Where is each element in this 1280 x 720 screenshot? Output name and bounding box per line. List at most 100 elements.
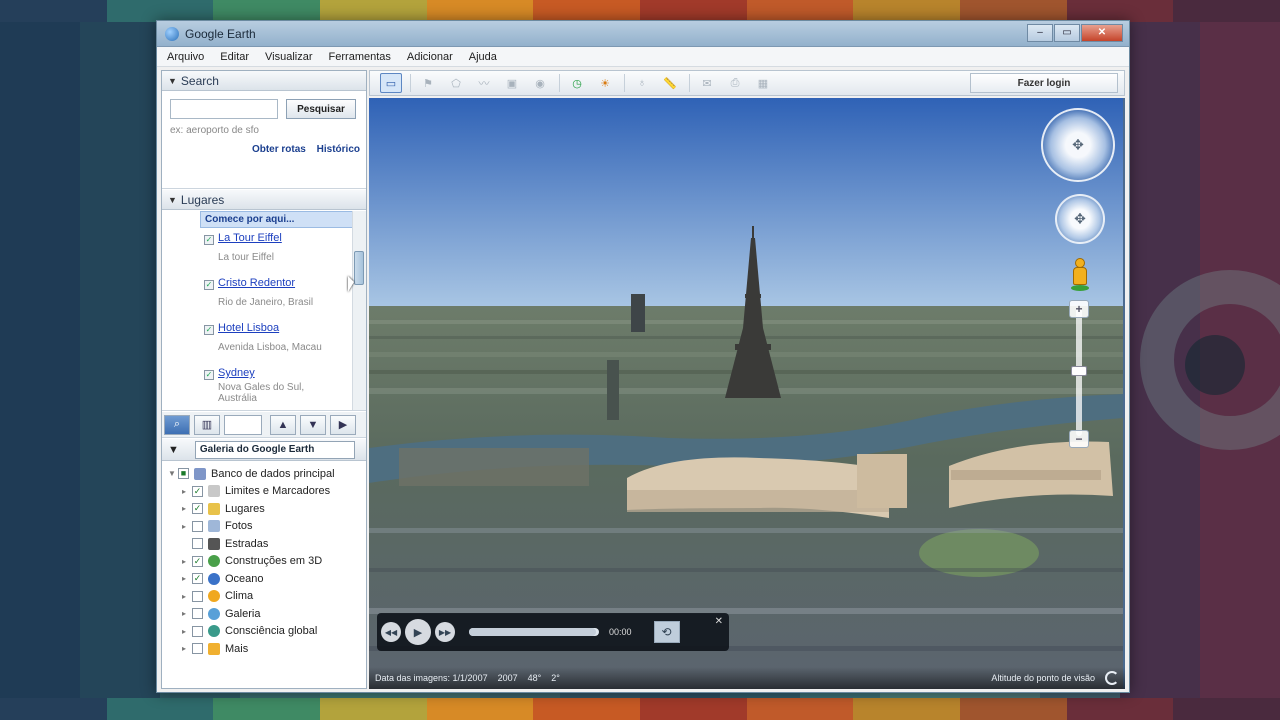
print-icon[interactable]: ⎙ [724, 73, 746, 93]
expand-icon[interactable]: ▸ [182, 522, 192, 531]
expand-icon[interactable]: ▸ [182, 487, 192, 496]
menu-visualizar[interactable]: Visualizar [265, 51, 313, 63]
place-link[interactable]: La Tour Eiffel [218, 232, 282, 244]
layer-row[interactable]: ▸ Galeria [162, 605, 366, 623]
expand-icon[interactable]: ▸ [182, 504, 192, 513]
zoom-in-button[interactable]: + [1069, 300, 1089, 318]
expand-icon[interactable]: ▸ [182, 557, 192, 566]
layer-row[interactable]: ▸ Consciência global [162, 623, 366, 641]
look-around-control[interactable]: ✥ [1041, 108, 1115, 182]
places-scrollbar[interactable] [352, 211, 366, 410]
zoom-slider-thumb[interactable] [1071, 366, 1087, 376]
historical-imagery-icon[interactable]: ◷ [566, 73, 588, 93]
search-panel-header[interactable]: ▼ Search [162, 71, 366, 91]
history-link[interactable]: Histórico [317, 144, 360, 155]
places-item-start-here[interactable]: Comece por aqui... [200, 211, 354, 228]
panel-toggle-button[interactable]: ▥ [194, 414, 220, 435]
hide-sidebar-icon[interactable]: ▭ [380, 73, 402, 93]
fast-forward-button[interactable]: ▶▶ [435, 622, 455, 642]
layer-row[interactable]: ▸ Fotos [162, 518, 366, 536]
layer-checkbox[interactable] [192, 643, 203, 655]
expand-icon[interactable]: ▼ [168, 469, 178, 478]
sign-in-button[interactable]: Fazer login [970, 73, 1118, 93]
places-filter-input[interactable] [224, 414, 262, 435]
layer-row[interactable]: ▸ Mais [162, 640, 366, 658]
layer-checkbox[interactable] [192, 538, 203, 550]
minimize-button[interactable]: – [1027, 23, 1053, 42]
record-tour-icon[interactable]: ◉ [529, 73, 551, 93]
planets-icon[interactable]: ♁ [631, 73, 653, 93]
places-panel-header[interactable]: ▼ Lugares [162, 190, 366, 210]
layer-checkbox[interactable]: ✓ [192, 573, 203, 585]
move-control[interactable]: ✥ [1055, 194, 1105, 244]
menu-ajuda[interactable]: Ajuda [469, 51, 497, 63]
get-directions-link[interactable]: Obter rotas [252, 144, 306, 155]
close-button[interactable]: ✕ [1081, 23, 1123, 42]
layer-checkbox[interactable] [192, 590, 203, 602]
email-icon[interactable]: ✉ [696, 73, 718, 93]
layer-label: Mais [225, 642, 249, 655]
layer-row[interactable]: ▸ ✓ Oceano [162, 570, 366, 588]
menu-adicionar[interactable]: Adicionar [407, 51, 453, 63]
expand-icon[interactable]: ▸ [182, 609, 192, 618]
placemark-icon[interactable]: ⚑ [417, 73, 439, 93]
search-places-button[interactable]: ⌕ [164, 414, 190, 435]
weather-icon [208, 590, 220, 603]
move-up-button[interactable]: ▲ [270, 414, 296, 435]
menu-arquivo[interactable]: Arquivo [167, 51, 204, 63]
play-tour-button[interactable]: ▶ [330, 414, 356, 435]
layer-checkbox[interactable] [192, 520, 203, 532]
street-view-pegman-icon[interactable] [1069, 258, 1091, 292]
layer-row[interactable]: ▸ ✓ Limites e Marcadores [162, 483, 366, 501]
repeat-tour-button[interactable]: ⟲ [653, 621, 680, 643]
expand-icon[interactable]: ▸ [182, 627, 192, 636]
search-button[interactable]: Pesquisar [286, 99, 356, 119]
layer-label: Galeria [225, 607, 261, 620]
layer-row[interactable]: ▸ ✓ Construções em 3D [162, 553, 366, 571]
path-icon[interactable]: 〰 [473, 73, 495, 93]
move-down-button[interactable]: ▼ [300, 414, 326, 435]
move-joystick-icon[interactable]: ✥ [1074, 211, 1086, 228]
menu-editar[interactable]: Editar [220, 51, 249, 63]
place-checkbox[interactable]: ✓ [204, 235, 214, 245]
image-overlay-icon[interactable]: ▣ [501, 73, 523, 93]
layers-gallery-select[interactable]: Galeria do Google Earth [194, 440, 355, 459]
rewind-button[interactable]: ◀◀ [381, 622, 401, 642]
layer-checkbox[interactable]: ✓ [192, 555, 203, 567]
menu-ferramentas[interactable]: Ferramentas [329, 51, 391, 63]
title-bar[interactable]: Google Earth – ▭ ✕ [157, 21, 1129, 47]
expand-icon[interactable]: ▸ [182, 592, 192, 601]
layer-row[interactable]: ▼ ■ Banco de dados principal [162, 465, 366, 483]
place-link[interactable]: Sydney [218, 367, 255, 379]
scrollbar-thumb[interactable] [354, 251, 364, 285]
close-tour-icon[interactable]: ✕ [715, 616, 723, 627]
expand-icon[interactable]: ▸ [182, 574, 192, 583]
earth-3d-view[interactable]: ✥ ✥ + − ◀◀ ▶ ▶▶ 00:00 ⟲ ✕ Data das image… [369, 98, 1125, 689]
maximize-button[interactable]: ▭ [1054, 23, 1080, 42]
toolbar-separator [689, 74, 690, 92]
place-checkbox[interactable]: ✓ [204, 370, 214, 380]
view-in-maps-icon[interactable]: ▦ [752, 73, 774, 93]
layer-row[interactable]: Estradas [162, 535, 366, 553]
search-input[interactable] [170, 99, 278, 119]
layer-checkbox[interactable]: ■ [178, 468, 189, 480]
layer-checkbox[interactable] [192, 608, 203, 620]
sunlight-icon[interactable]: ☀ [594, 73, 616, 93]
layer-row[interactable]: ▸ Clima [162, 588, 366, 606]
place-checkbox[interactable]: ✓ [204, 280, 214, 290]
expand-icon[interactable]: ▸ [182, 644, 192, 653]
zoom-out-button[interactable]: − [1069, 430, 1089, 448]
place-link[interactable]: Hotel Lisboa [218, 322, 279, 334]
layer-checkbox[interactable]: ✓ [192, 503, 203, 515]
tour-progress-bar[interactable] [469, 628, 599, 636]
look-joystick-icon[interactable]: ✥ [1072, 137, 1084, 154]
layer-row[interactable]: ▸ ✓ Lugares [162, 500, 366, 518]
ruler-icon[interactable]: 📏 [659, 73, 681, 93]
layer-checkbox[interactable] [192, 625, 203, 637]
layers-panel-header[interactable]: ▼ Galeria do Google Earth [162, 439, 366, 461]
polygon-icon[interactable]: ⬠ [445, 73, 467, 93]
play-button[interactable]: ▶ [405, 619, 431, 645]
place-checkbox[interactable]: ✓ [204, 325, 214, 335]
layer-checkbox[interactable]: ✓ [192, 485, 203, 497]
place-link[interactable]: Cristo Redentor [218, 277, 295, 289]
